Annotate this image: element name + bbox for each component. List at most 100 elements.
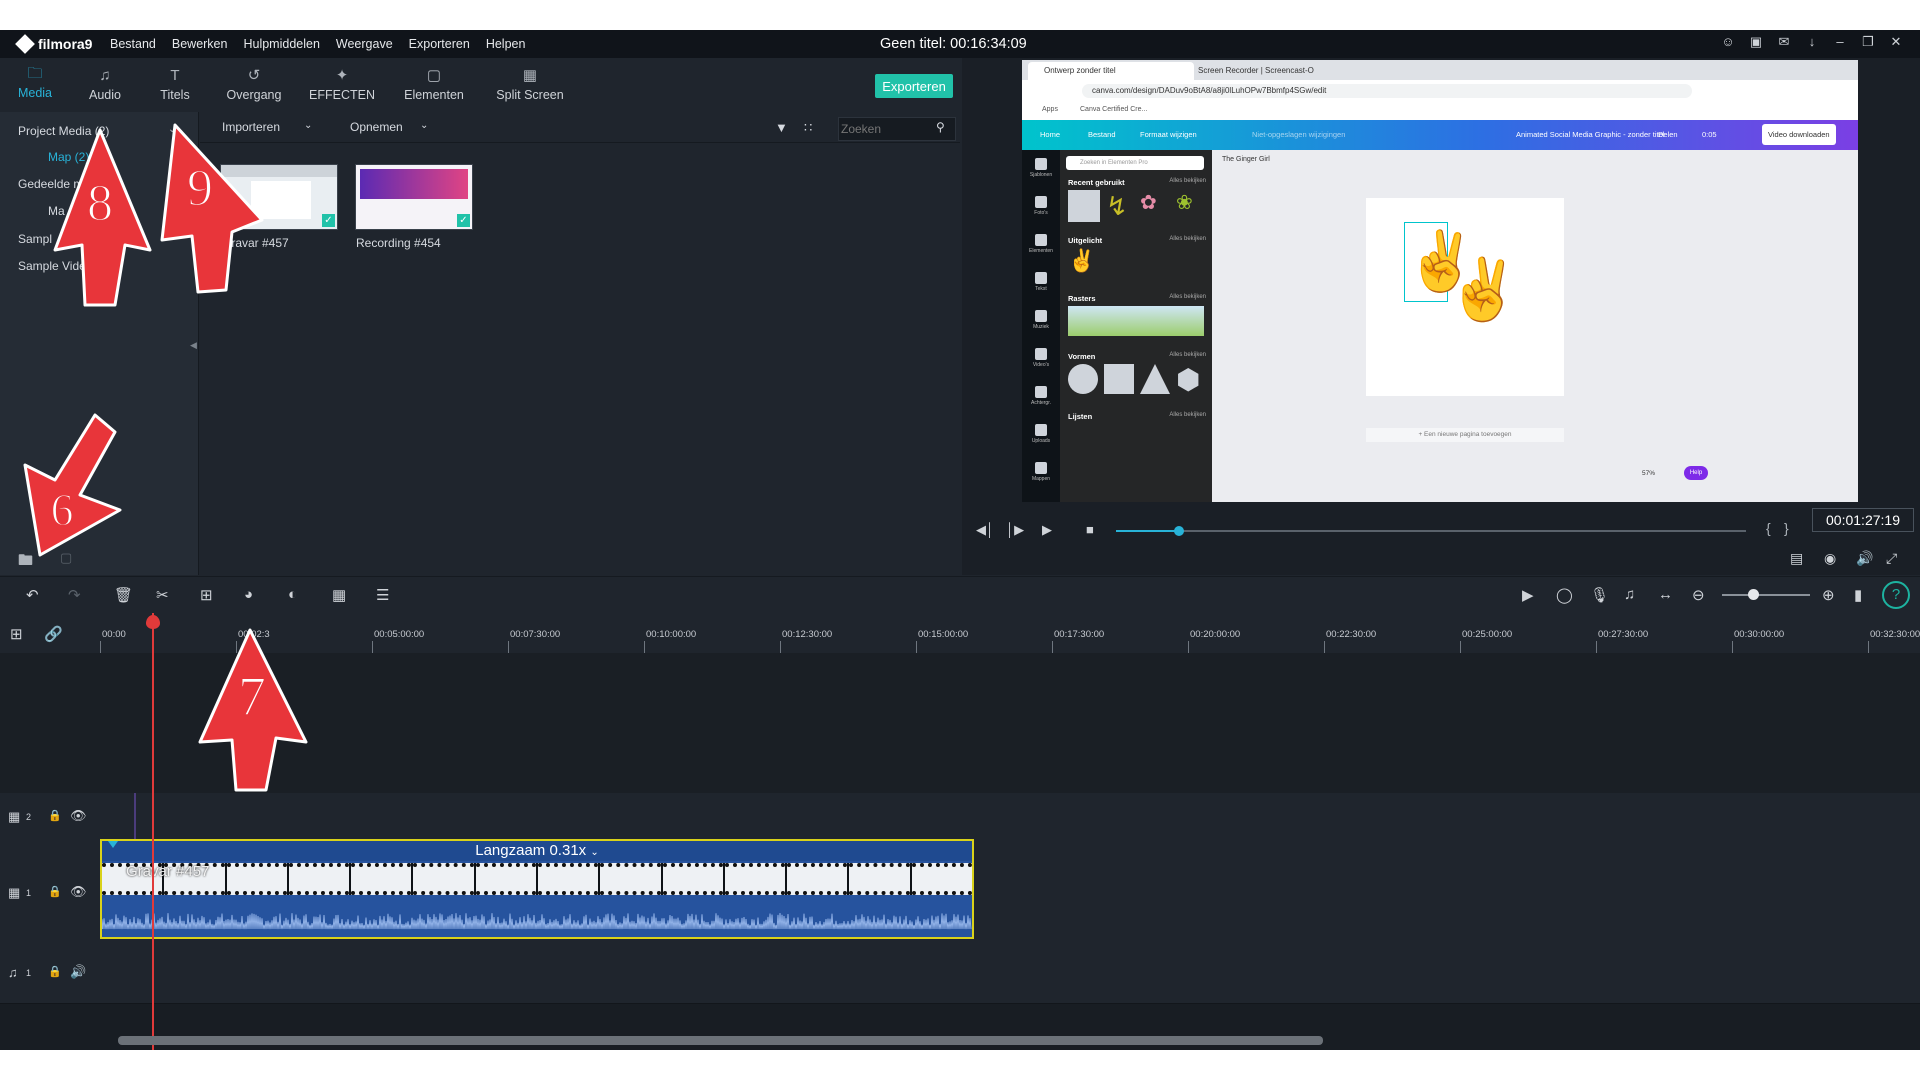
chevron-down-icon[interactable]: ⌄ xyxy=(168,124,176,135)
lock-icon[interactable]: 🔒 xyxy=(48,965,62,978)
export-button[interactable]: Exporteren xyxy=(875,74,953,98)
close-icon[interactable]: ✕ xyxy=(1888,34,1904,50)
crop-icon[interactable]: ⊞ xyxy=(200,586,213,604)
ruler-tick-mark xyxy=(780,641,781,653)
audio-track-1[interactable] xyxy=(100,943,1920,1004)
columns-icon[interactable]: ▮ xyxy=(1854,586,1862,604)
delete-icon[interactable]: 🗑 xyxy=(114,586,133,604)
preview-progress-handle[interactable] xyxy=(1174,526,1184,536)
volume-icon[interactable]: 🔊 xyxy=(1856,550,1873,567)
speed-icon[interactable]: ◕ xyxy=(244,586,253,603)
color-icon[interactable]: ◐ xyxy=(288,586,297,603)
render-icon[interactable]: ▶ xyxy=(1522,586,1534,604)
tab-overgang[interactable]: ↺ Overgang xyxy=(210,58,298,112)
media-thumbnail-1[interactable]: ✓ xyxy=(220,164,338,230)
preview-progress-track[interactable] xyxy=(1116,526,1746,536)
account-icon[interactable]: ☺ xyxy=(1720,34,1736,50)
sample-videos-item[interactable]: Sample Vide xyxy=(18,259,86,273)
eye-icon[interactable]: 👁 xyxy=(70,884,87,900)
ruler-tick-mark xyxy=(916,641,917,653)
menu-exporteren[interactable]: Exporteren xyxy=(409,37,470,51)
check-icon: ✓ xyxy=(457,214,470,227)
marker-icon[interactable]: ◯ xyxy=(1556,586,1573,604)
volume-icon[interactable]: 🔊 xyxy=(70,964,86,980)
mark-in-icon[interactable]: { xyxy=(1766,520,1771,536)
tab-audio[interactable]: ♫ Audio xyxy=(70,58,140,112)
minimize-icon[interactable]: – xyxy=(1832,34,1848,50)
project-media-item[interactable]: Project Media (2) xyxy=(18,124,109,138)
playhead[interactable] xyxy=(146,613,160,1050)
video-clip[interactable]: Langzaam 0.31x ⌄ Gravar #457 xyxy=(100,839,974,939)
timeline-scrollbar[interactable] xyxy=(118,1036,1323,1045)
video-track-2[interactable] xyxy=(100,793,1920,844)
tab-elementen[interactable]: ▢ Elementen xyxy=(386,58,482,112)
link-icon[interactable]: 🔗 xyxy=(44,625,63,643)
sample-colors-item[interactable]: Sampl xyxy=(18,232,52,246)
lock-icon[interactable]: 🔒 xyxy=(48,885,62,898)
tab-titels[interactable]: T Titels xyxy=(140,58,210,112)
adjust-icon[interactable]: ☰ xyxy=(376,586,389,604)
collapse-handle-icon[interactable]: ◀ xyxy=(190,340,197,351)
delete-folder-icon[interactable]: ▢ xyxy=(60,550,72,566)
zoom-slider-handle[interactable] xyxy=(1748,589,1759,600)
green-screen-icon[interactable]: ▦ xyxy=(332,586,346,604)
music-note-icon: ♫ xyxy=(8,965,18,980)
mic-icon[interactable]: 🎙 xyxy=(1590,586,1609,604)
previous-frame-icon[interactable]: ◀│ xyxy=(976,522,994,538)
clip-speed-label[interactable]: Langzaam 0.31x ⌄ xyxy=(102,841,972,861)
tab-effecten[interactable]: ✦ EFFECTEN xyxy=(298,58,386,112)
play-pause-icon[interactable]: │▶ xyxy=(1006,522,1024,538)
render-preview-icon[interactable]: ▤ xyxy=(1790,550,1803,567)
zoom-slider[interactable] xyxy=(1722,589,1810,600)
snapshot-icon[interactable]: ◉ xyxy=(1824,550,1836,567)
ruler-tick-mark xyxy=(1052,641,1053,653)
menu-bewerken[interactable]: Bewerken xyxy=(172,37,228,51)
fullscreen-icon[interactable]: ⤢ xyxy=(1886,550,1897,567)
grid-thumbnails xyxy=(1068,306,1204,336)
menu-weergave[interactable]: Weergave xyxy=(336,37,393,51)
zoom-level: 57% xyxy=(1642,470,1656,477)
shared-folder-item[interactable]: Ma xyxy=(48,204,65,218)
media-thumbnail-2[interactable]: ✓ xyxy=(355,164,473,230)
record-dropdown[interactable]: Opnemen xyxy=(350,120,403,134)
track-number: 2 xyxy=(26,812,32,822)
tab-split-screen[interactable]: ▦ Split Screen xyxy=(482,58,578,112)
filter-icon[interactable]: ▼ xyxy=(775,120,788,135)
play-icon[interactable]: ▶ xyxy=(1042,522,1052,538)
cut-icon[interactable]: ✂ xyxy=(156,586,169,604)
search-icon[interactable]: ⚲ xyxy=(936,120,945,134)
timeline-ruler: ⊞ 🔗 00:00 00:02:3 00:05:00:00 00:07:30:00 00… xyxy=(0,613,1920,653)
import-chevron-icon[interactable]: ⌄ xyxy=(304,120,312,131)
fit-icon[interactable]: ↔ xyxy=(1658,586,1673,603)
folder-item[interactable]: Map (2) xyxy=(48,150,89,164)
chevron-down-icon[interactable]: ⌄ xyxy=(590,847,598,858)
import-dropdown[interactable]: Importeren xyxy=(222,120,280,134)
mark-out-icon[interactable]: } xyxy=(1784,520,1789,536)
canva-search: Zoeken in Elementen Pro xyxy=(1066,156,1204,170)
menu-hulpmiddelen[interactable]: Hulpmiddelen xyxy=(243,37,319,51)
zoom-out-icon[interactable]: ⊖ xyxy=(1692,586,1705,604)
menu-bestand[interactable]: Bestand xyxy=(110,37,156,51)
help-icon[interactable]: ? xyxy=(1882,581,1910,609)
tab-media[interactable]: 🗀 Media xyxy=(0,58,70,112)
track-number: 1 xyxy=(26,968,32,978)
restore-icon[interactable]: ❐ xyxy=(1860,34,1876,50)
zoom-in-icon[interactable]: ⊕ xyxy=(1822,586,1835,604)
lock-icon[interactable]: 🔒 xyxy=(48,809,62,822)
menu-helpen[interactable]: Helpen xyxy=(486,37,526,51)
preview-screen[interactable]: Ontwerp zonder titel Screen Recorder | S… xyxy=(1022,60,1858,502)
shared-media-item[interactable]: Gedeelde m xyxy=(18,177,83,191)
redo-icon[interactable]: ↷ xyxy=(68,586,81,604)
mixer-icon[interactable]: ♫ xyxy=(1624,586,1635,603)
download-icon[interactable]: ↓ xyxy=(1804,34,1820,50)
grid-view-icon[interactable]: ∷ xyxy=(804,120,812,136)
undo-icon[interactable]: ↶ xyxy=(26,586,39,604)
save-icon[interactable]: ▣ xyxy=(1748,34,1764,50)
eye-icon[interactable]: 👁 xyxy=(70,808,87,824)
add-track-icon[interactable]: ⊞ xyxy=(10,625,23,643)
new-folder-icon[interactable]: 🖿 xyxy=(18,550,33,575)
mail-icon[interactable]: ✉ xyxy=(1776,34,1792,50)
stop-icon[interactable]: ■ xyxy=(1086,522,1094,537)
overlay-clip-marker[interactable] xyxy=(134,793,136,841)
record-chevron-icon[interactable]: ⌄ xyxy=(420,120,428,131)
